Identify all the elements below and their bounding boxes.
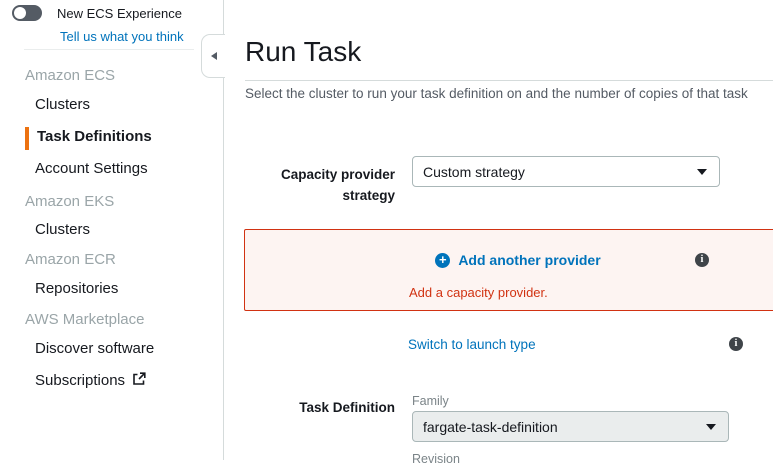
ecs-run-task-page: { "colors": { "accent_orange": "#ec7211"…: [0, 0, 773, 460]
sidebar-item-subscriptions[interactable]: Subscriptions: [35, 372, 146, 390]
section-header-amazon-eks: Amazon EKS: [25, 193, 114, 210]
sidebar: New ECS Experience Tell us what you thin…: [0, 0, 224, 460]
info-icon[interactable]: i: [729, 337, 743, 351]
section-header-aws-marketplace: AWS Marketplace: [25, 311, 144, 328]
switch-to-launch-type-link[interactable]: Switch to launch type: [408, 337, 536, 352]
chevron-down-icon: [706, 424, 716, 430]
page-subtitle: Select the cluster to run your task defi…: [245, 86, 748, 101]
sidebar-item-account-settings[interactable]: Account Settings: [35, 160, 148, 177]
sidebar-item-ecs-clusters[interactable]: Clusters: [35, 96, 90, 113]
sidebar-divider: [24, 49, 194, 50]
add-provider-row: + Add another provider: [245, 252, 773, 268]
sidebar-item-task-definitions[interactable]: Task Definitions: [37, 128, 152, 145]
sidebar-collapse-button[interactable]: [201, 34, 225, 78]
new-ecs-experience-label: New ECS Experience: [57, 6, 182, 21]
capacity-provider-strategy-select[interactable]: Custom strategy: [412, 156, 720, 187]
info-icon[interactable]: i: [695, 253, 709, 267]
validation-message: Add a capacity provider.: [409, 285, 548, 300]
new-ecs-experience-toggle[interactable]: [12, 5, 42, 21]
add-plus-icon: +: [435, 253, 450, 268]
capacity-provider-strategy-label: Capacity provider strategy: [245, 164, 395, 206]
chevron-down-icon: [697, 169, 707, 175]
sidebar-item-discover-software[interactable]: Discover software: [35, 340, 154, 357]
family-label: Family: [412, 394, 449, 408]
sidebar-item-repositories[interactable]: Repositories: [35, 280, 118, 297]
family-select[interactable]: fargate-task-definition: [412, 411, 729, 442]
collapse-arrow-icon: [211, 52, 217, 60]
page-title: Run Task: [245, 36, 361, 68]
feedback-link[interactable]: Tell us what you think: [60, 29, 184, 44]
family-value: fargate-task-definition: [423, 419, 558, 435]
subscriptions-label: Subscriptions: [35, 372, 125, 389]
sidebar-item-eks-clusters[interactable]: Clusters: [35, 221, 90, 238]
capacity-provider-strategy-value: Custom strategy: [423, 164, 525, 180]
title-divider: [245, 80, 773, 81]
section-header-amazon-ecr: Amazon ECR: [25, 251, 116, 268]
active-item-indicator: [25, 127, 29, 150]
capacity-provider-error-panel: + Add another provider i Add a capacity …: [244, 229, 773, 311]
task-definition-label: Task Definition: [245, 397, 395, 418]
section-header-amazon-ecs: Amazon ECS: [25, 67, 115, 84]
revision-label: Revision: [412, 452, 460, 466]
external-link-icon: [132, 372, 146, 390]
add-another-provider-button[interactable]: Add another provider: [458, 252, 600, 268]
toggle-knob: [14, 7, 26, 19]
